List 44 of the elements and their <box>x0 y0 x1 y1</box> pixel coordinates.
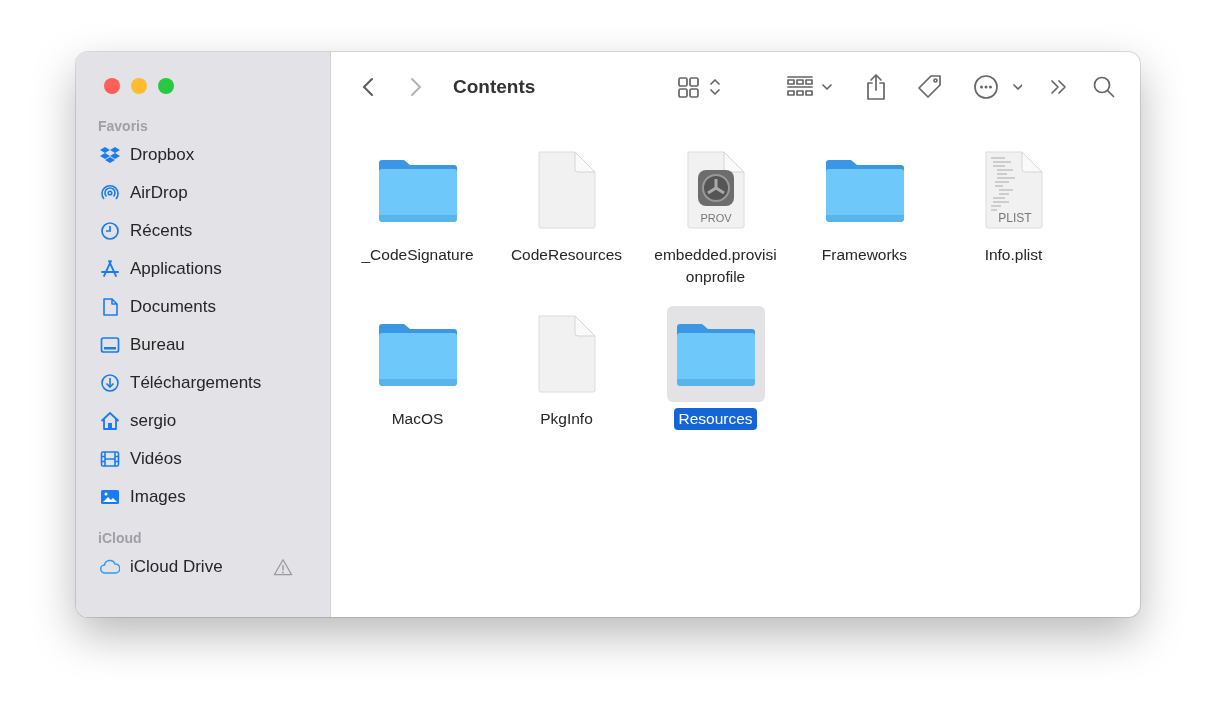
file-name[interactable]: CodeResources <box>506 244 627 266</box>
dropbox-icon <box>100 145 120 165</box>
document-icon <box>538 315 595 393</box>
share-icon[interactable] <box>864 73 888 101</box>
sidebar-item[interactable]: Applications <box>130 259 303 279</box>
tag-icon[interactable] <box>916 73 944 101</box>
file-name[interactable]: embedded.provisionprofile <box>648 244 783 288</box>
sidebar-item[interactable]: AirDrop <box>130 183 303 203</box>
film-icon <box>100 449 120 469</box>
file-name[interactable]: Info.plist <box>980 244 1047 266</box>
window-title: Contents <box>453 76 537 98</box>
sidebar-item[interactable]: iCloud Drive <box>130 557 273 577</box>
sidebar-item[interactable]: Vidéos <box>130 449 303 469</box>
text-document-icon <box>985 151 1042 229</box>
section-heading: Favoris <box>97 117 148 136</box>
download-icon <box>100 373 120 393</box>
sidebar-item[interactable]: Images <box>130 487 303 507</box>
sidebar-item[interactable]: Dropbox <box>130 145 303 165</box>
sidebar-item[interactable]: Bureau <box>130 335 303 355</box>
desktop-icon <box>100 335 120 355</box>
file-name[interactable]: PkgInfo <box>536 408 597 430</box>
sidebar-item[interactable]: sergio <box>130 411 303 431</box>
document-icon <box>100 297 120 317</box>
document-icon <box>538 151 595 229</box>
section-heading: iCloud <box>97 529 142 548</box>
sidebar-item[interactable]: Récents <box>130 221 303 241</box>
file-name[interactable]: Resources <box>674 408 757 430</box>
search-icon[interactable] <box>1092 75 1116 99</box>
back-button[interactable] <box>361 76 375 98</box>
chevrons-icon[interactable] <box>1049 77 1069 97</box>
file-type-label: PROV <box>699 212 732 224</box>
clock-icon <box>100 221 120 241</box>
file-type-label: PLIST <box>997 211 1032 225</box>
file-name[interactable]: _CodeSignature <box>357 244 478 266</box>
certificate-document-icon <box>687 151 744 229</box>
image-icon <box>100 487 120 507</box>
file-name[interactable]: MacOS <box>387 408 448 430</box>
sidebar-item[interactable]: Téléchargements <box>130 373 303 393</box>
more-icon[interactable] <box>974 74 1022 100</box>
apps-icon <box>100 259 120 279</box>
cloud-icon <box>100 557 120 577</box>
sidebar-item[interactable]: Documents <box>130 297 303 317</box>
file-name[interactable]: Frameworks <box>817 244 912 266</box>
home-icon <box>100 411 120 431</box>
